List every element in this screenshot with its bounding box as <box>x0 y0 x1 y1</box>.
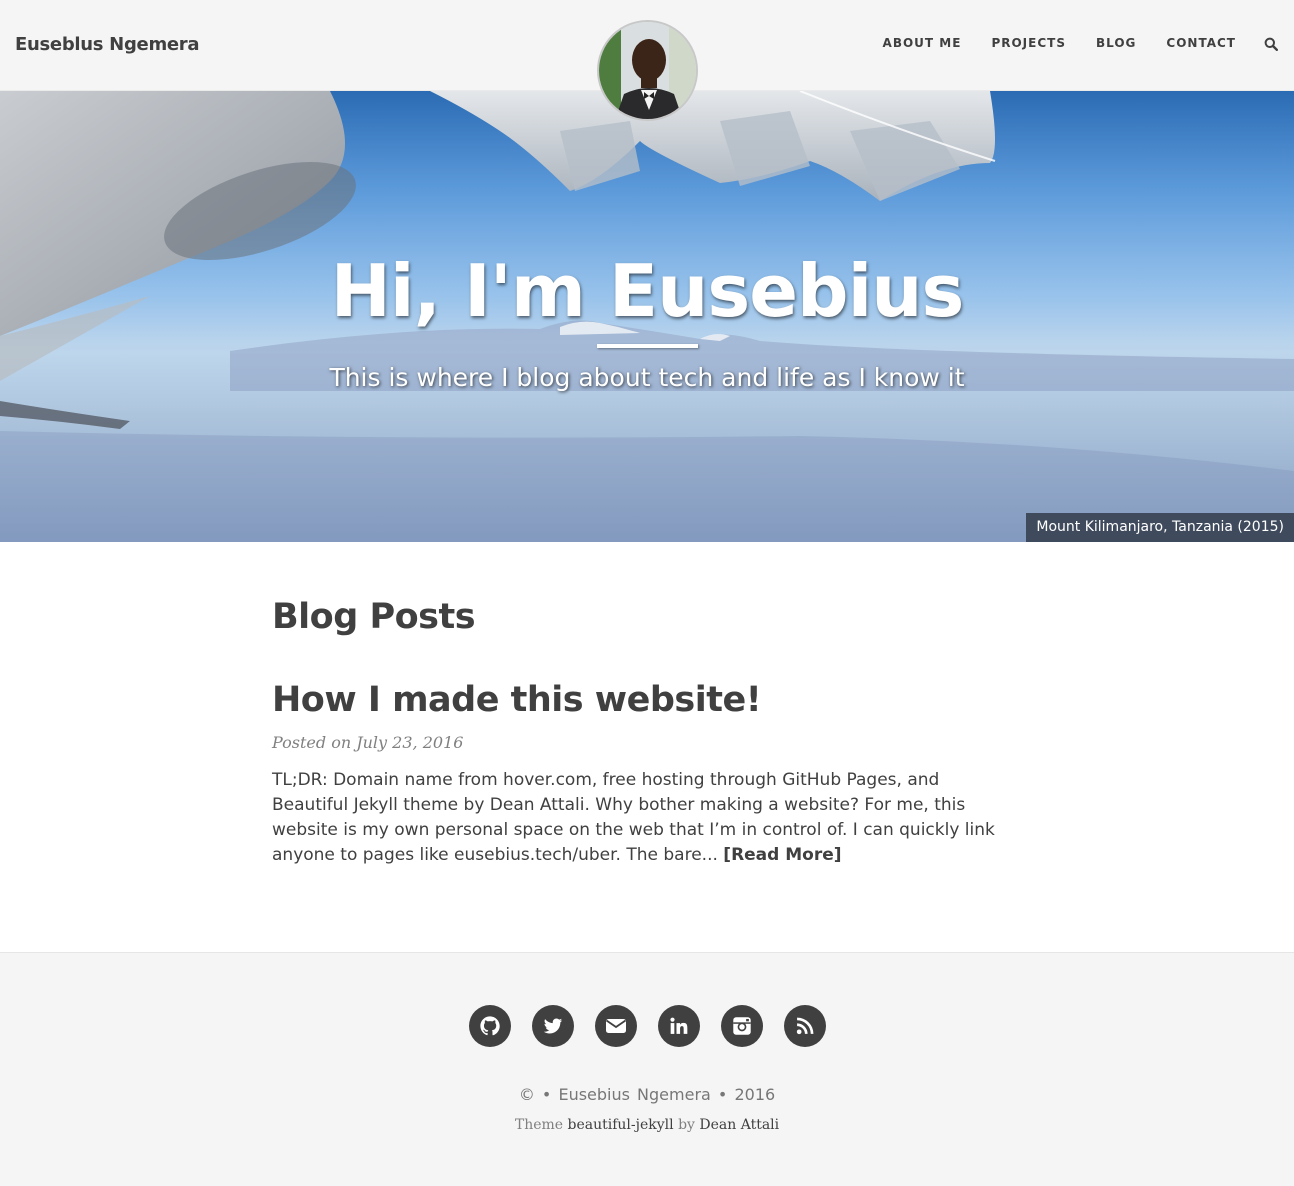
copyright-author: Eusebius Ngemera <box>558 1085 711 1104</box>
copyright-year: 2016 <box>734 1085 776 1104</box>
search-icon[interactable] <box>1264 37 1279 52</box>
post-excerpt: TL;DR: Domain name from hover.com, free … <box>272 768 1017 868</box>
linkedin-icon[interactable] <box>658 1005 700 1047</box>
nav-link-about-me[interactable]: ABOUT ME <box>883 36 962 50</box>
footer: © • Eusebius Ngemera • 2016 Theme beauti… <box>0 952 1294 1186</box>
nav-links: ABOUT ME PROJECTS BLOG CONTACT <box>883 36 1236 50</box>
image-caption: Mount Kilimanjaro, Tanzania (2015) <box>1026 513 1294 542</box>
post-meta: Posted on July 23, 2016 <box>272 733 464 752</box>
nav-link-projects[interactable]: PROJECTS <box>991 36 1066 50</box>
hero-subtitle: This is where I blog about tech and life… <box>329 363 965 392</box>
email-icon[interactable] <box>595 1005 637 1047</box>
social-links <box>469 1005 826 1047</box>
post-excerpt-text: TL;DR: Domain name from hover.com, free … <box>272 770 995 865</box>
separator: • <box>541 1085 552 1104</box>
site-brand-link[interactable]: Euseblus Ngemera <box>15 34 200 55</box>
nav-link-blog[interactable]: BLOG <box>1096 36 1136 50</box>
instagram-icon[interactable] <box>721 1005 763 1047</box>
post-title-link[interactable]: How I made this website! <box>272 680 762 720</box>
copyright-line: © • Eusebius Ngemera • 2016 <box>0 1085 1294 1104</box>
hero-title: Hi, I'm Eusebius <box>330 249 965 333</box>
read-more-link[interactable]: [Read More] <box>723 845 841 865</box>
theme-credit: Theme beautiful-jekyll by Dean Attali <box>0 1117 1294 1133</box>
theme-prefix: Theme <box>514 1117 564 1133</box>
theme-author-link[interactable]: Dean Attali <box>699 1117 779 1133</box>
avatar[interactable] <box>597 20 698 121</box>
copyright-symbol: © <box>518 1085 535 1104</box>
separator: • <box>717 1085 728 1104</box>
rss-icon[interactable] <box>784 1005 826 1047</box>
theme-link[interactable]: beautiful-jekyll <box>568 1117 674 1133</box>
section-title: Blog Posts <box>272 597 476 637</box>
nav-link-contact[interactable]: CONTACT <box>1166 36 1236 50</box>
github-icon[interactable] <box>469 1005 511 1047</box>
theme-by: by <box>678 1117 695 1133</box>
hero-banner: Hi, I'm Eusebius This is where I blog ab… <box>0 91 1294 542</box>
twitter-icon[interactable] <box>532 1005 574 1047</box>
hero-divider <box>597 344 698 348</box>
